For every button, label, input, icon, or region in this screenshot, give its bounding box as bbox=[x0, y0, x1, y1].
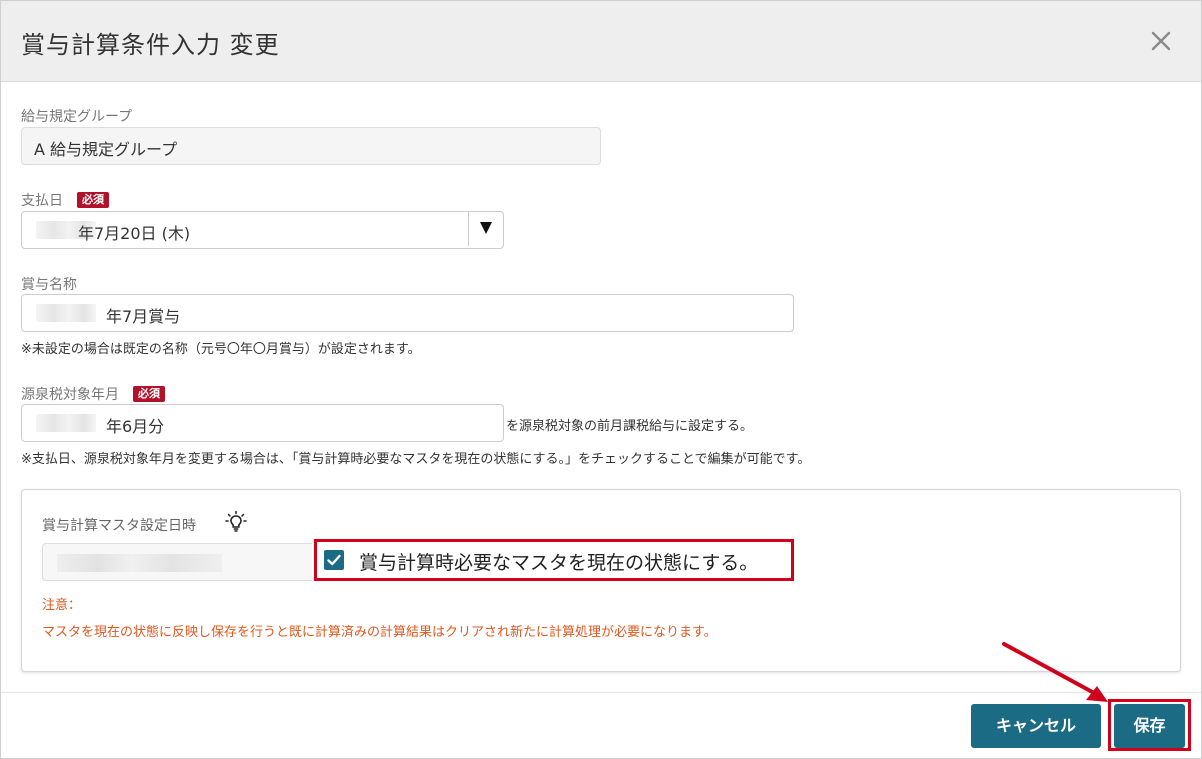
bonus-name-input[interactable]: 年7月賞与 bbox=[21, 294, 794, 332]
bonus-condition-dialog: 賞与計算条件入力 変更 給与規定グループ A 給与規定グループ 支払日 必須 年7… bbox=[0, 0, 1202, 759]
redacted-datetime bbox=[57, 554, 222, 572]
bonus-name-note: ※未設定の場合は既定の名称（元号〇年〇月賞与）が設定されます。 bbox=[21, 342, 421, 357]
payment-date-value: 年7月20日 (木) bbox=[78, 224, 191, 243]
reset-master-label: 賞与計算時必要なマスタを現在の状態にする。 bbox=[359, 552, 759, 574]
master-datetime-field bbox=[42, 543, 312, 581]
tax-month-input[interactable]: 年6月分 bbox=[21, 404, 504, 442]
tax-month-value: 年6月分 bbox=[106, 417, 165, 436]
required-badge: 必須 bbox=[133, 386, 165, 402]
tax-month-label: 源泉税対象年月 必須 bbox=[21, 384, 165, 404]
pay-group-field: A 給与規定グループ bbox=[21, 127, 601, 165]
dialog-title: 賞与計算条件入力 変更 bbox=[21, 31, 280, 59]
bonus-name-label: 賞与名称 bbox=[21, 277, 77, 293]
redacted-year bbox=[36, 304, 96, 322]
warning-title: 注意： bbox=[42, 598, 82, 613]
close-icon[interactable] bbox=[1147, 27, 1175, 55]
dropdown-arrow-icon[interactable] bbox=[468, 212, 503, 246]
cancel-button[interactable]: キャンセル bbox=[971, 704, 1101, 748]
master-setting-label: 賞与計算マスタ設定日時 bbox=[42, 518, 196, 534]
lightbulb-icon[interactable] bbox=[224, 510, 248, 534]
payment-date-label: 支払日 必須 bbox=[21, 190, 109, 210]
save-button[interactable]: 保存 bbox=[1114, 704, 1185, 748]
warning-text: マスタを現在の状態に反映し保存を行うと既に計算済みの計算結果はクリアされ新たに計… bbox=[42, 625, 717, 640]
dialog-header: 賞与計算条件入力 変更 bbox=[1, 1, 1201, 82]
redacted-year bbox=[36, 414, 96, 432]
annotation-arrow-icon bbox=[1002, 642, 1108, 702]
required-badge: 必須 bbox=[77, 192, 109, 208]
payment-date-label-text: 支払日 bbox=[21, 193, 63, 209]
pay-group-value: A 給与規定グループ bbox=[34, 140, 178, 159]
pay-group-label: 給与規定グループ bbox=[21, 109, 133, 125]
checkbox-checked-icon[interactable] bbox=[324, 550, 344, 570]
tax-month-suffix: を源泉税対象の前月課税給与に設定する。 bbox=[506, 419, 754, 434]
tax-month-label-text: 源泉税対象年月 bbox=[21, 387, 119, 403]
payment-date-select[interactable]: 年7月20日 (木) bbox=[21, 211, 504, 249]
tax-month-note: ※支払日、源泉税対象年月を変更する場合は、「賞与計算時必要なマスタを現在の状態に… bbox=[21, 452, 811, 467]
bonus-name-value: 年7月賞与 bbox=[106, 307, 181, 326]
reset-master-checkbox[interactable]: 賞与計算時必要なマスタを現在の状態にする。 bbox=[314, 539, 794, 581]
